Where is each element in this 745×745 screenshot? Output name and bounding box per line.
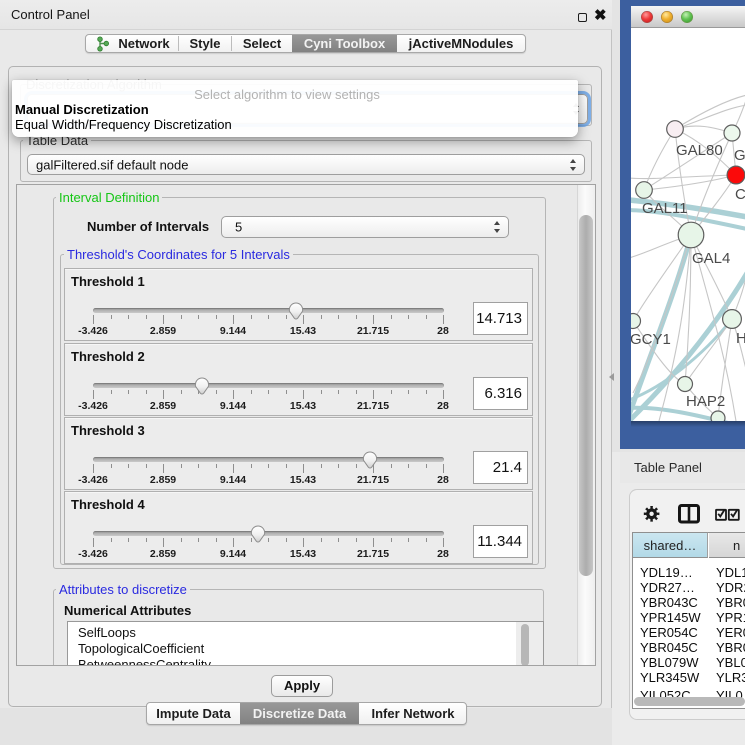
svg-text:GAL4: GAL4 [692, 250, 730, 267]
svg-text:GAL80: GAL80 [676, 142, 723, 159]
svg-text:GAL11: GAL11 [642, 200, 688, 217]
svg-text:H: H [736, 330, 745, 347]
svg-text:C: C [735, 186, 745, 203]
svg-text:GCY1: GCY1 [631, 331, 671, 348]
svg-text:GA: GA [734, 147, 745, 164]
svg-text:HAP2: HAP2 [686, 393, 725, 410]
